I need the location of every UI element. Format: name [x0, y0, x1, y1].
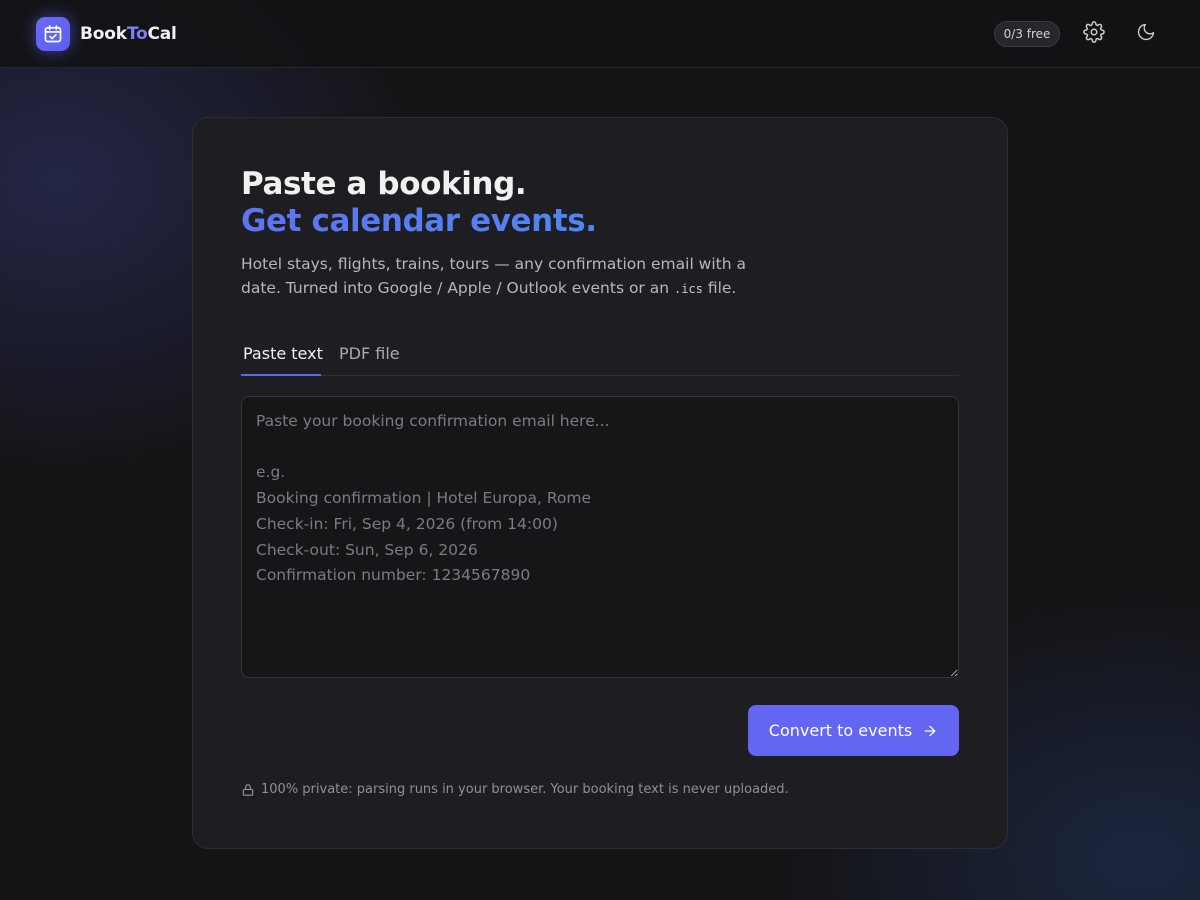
tab-pdf-file[interactable]: PDF file: [339, 344, 400, 363]
top-bar: BookToCal 0/3 free: [0, 0, 1200, 68]
title-line-2: Get calendar events.: [241, 203, 597, 239]
convert-button-label: Convert to events: [768, 721, 913, 740]
subtitle-text-end: file.: [702, 278, 737, 297]
lock-icon: [241, 783, 255, 797]
privacy-note: 100% private: parsing runs in your brows…: [241, 782, 789, 797]
active-tab-indicator: [241, 374, 321, 376]
app-name-part3: Cal: [147, 24, 177, 44]
booking-text-input[interactable]: [241, 396, 959, 678]
calendar-check-icon: [36, 17, 70, 51]
convert-button[interactable]: Convert to events: [748, 705, 959, 756]
app-name-part1: Book: [80, 24, 127, 44]
app-name-part2: To: [126, 24, 148, 44]
page-subtitle: Hotel stays, flights, trains, tours — an…: [241, 253, 761, 301]
converter-card: Paste a booking. Get calendar events. Ho…: [192, 117, 1008, 849]
app-name: BookToCal: [80, 24, 177, 44]
moon-icon: [1136, 22, 1156, 46]
gear-icon: [1083, 21, 1105, 47]
theme-toggle-button[interactable]: [1132, 20, 1160, 48]
brand[interactable]: BookToCal: [36, 16, 177, 52]
tab-paste-text[interactable]: Paste text: [243, 344, 323, 363]
arrow-right-icon: [922, 723, 938, 739]
input-mode-tabs: Paste text PDF file: [241, 334, 959, 376]
subtitle-text: Hotel stays, flights, trains, tours — an…: [241, 255, 746, 297]
title-line-1: Paste a booking.: [241, 166, 527, 202]
settings-button[interactable]: [1080, 20, 1108, 48]
ics-code: .ics: [673, 281, 703, 296]
usage-badge: 0/3 free: [994, 21, 1060, 47]
page-title: Paste a booking. Get calendar events.: [241, 166, 597, 240]
privacy-text: 100% private: parsing runs in your brows…: [261, 782, 789, 797]
